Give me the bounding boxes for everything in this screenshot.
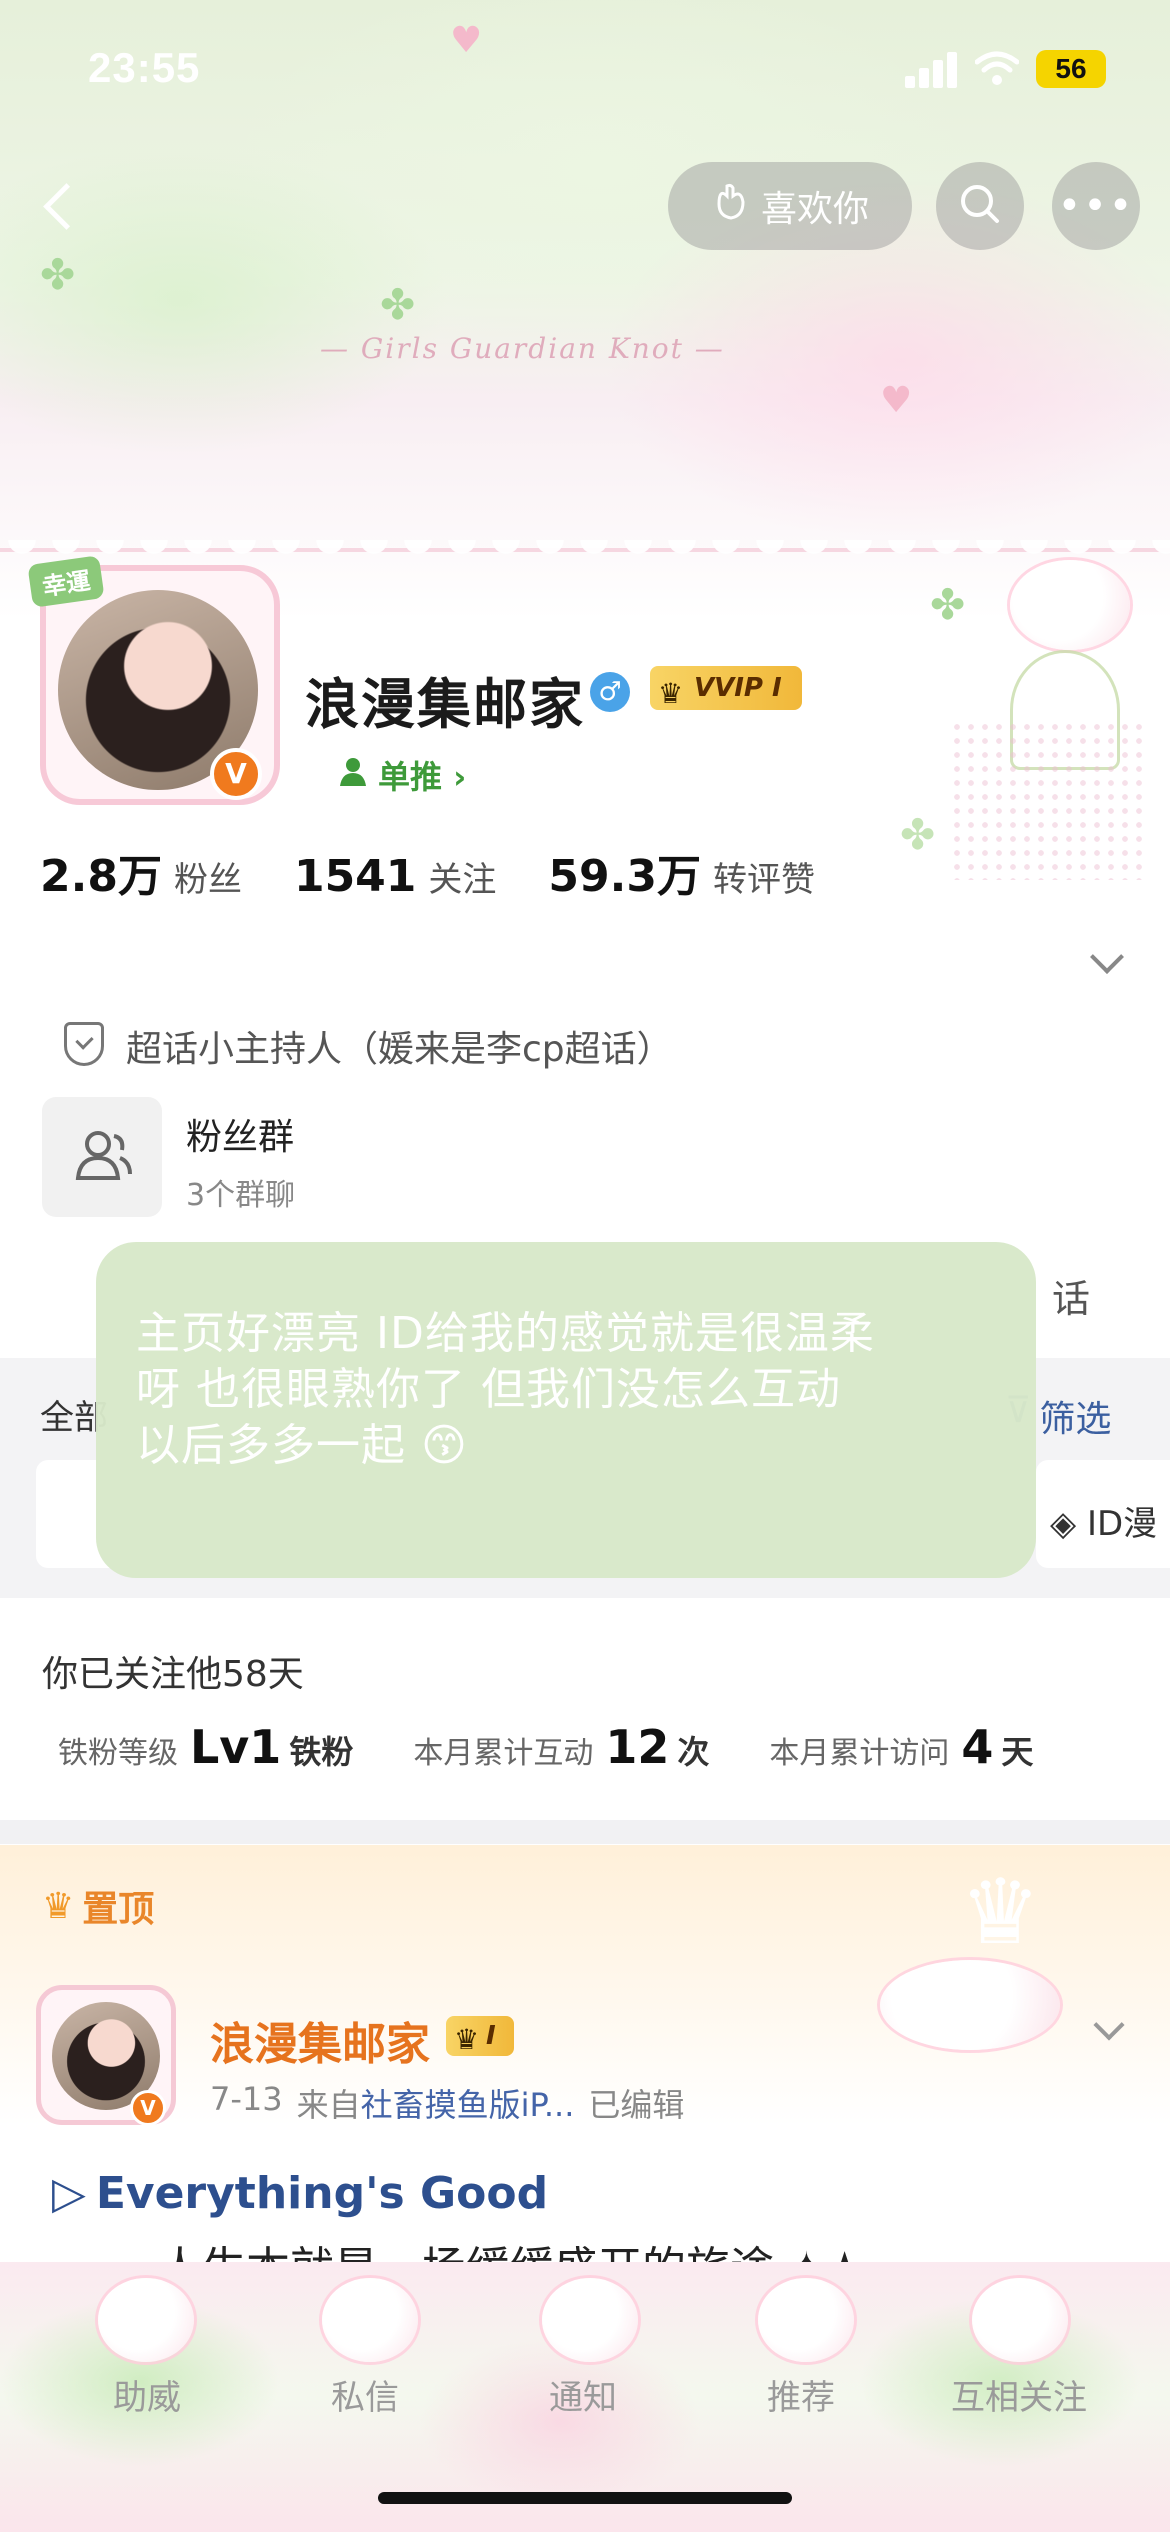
comment-overlay: 主页好漂亮 ID给我的感觉就是很温柔 呀 也很眼熟你了 但我们没怎么互动 以后多… bbox=[96, 1242, 1036, 1578]
bunny-mascot-icon bbox=[542, 2278, 638, 2362]
signal-icon bbox=[905, 52, 961, 88]
vip-level-label: I bbox=[486, 2021, 496, 2051]
person-icon bbox=[338, 756, 368, 794]
bunny-mascot-icon bbox=[972, 2278, 1068, 2362]
tab-notify[interactable]: 通知 bbox=[466, 2370, 700, 2419]
tab-recommend[interactable]: 推荐 bbox=[684, 2370, 918, 2419]
monthly-visit-value: 4 bbox=[961, 1720, 994, 1774]
section-divider bbox=[0, 1820, 1170, 1844]
clover-decoration: ✤ bbox=[930, 580, 966, 629]
search-button[interactable] bbox=[936, 162, 1024, 250]
like-you-button[interactable]: 喜欢你 bbox=[668, 162, 912, 250]
stat-number: 1541 bbox=[293, 851, 417, 902]
stat-label: 转评赞 bbox=[712, 860, 815, 900]
mascot-decoration bbox=[880, 1960, 1060, 2050]
fan-group-count: 3个群聊 bbox=[186, 1178, 296, 1213]
fan-stats-row: 铁粉等级 Lv1 铁粉 本月累计互动 12 次 本月累计访问 4 天 bbox=[58, 1720, 1033, 1774]
stat-following[interactable]: 1541 关注 bbox=[294, 851, 496, 902]
monthly-interaction-label: 本月累计互动 bbox=[413, 1736, 594, 1771]
single-push-label: 单推 › bbox=[378, 758, 467, 796]
comment-line: 呀 也很眼熟你了 但我们没怎么互动 bbox=[136, 1364, 841, 1415]
post-from: 来自社畜摸鱼版iP... bbox=[297, 2080, 575, 2126]
bunny-mascot-icon bbox=[322, 2278, 418, 2362]
stat-reposts-likes[interactable]: 59.3万 转评赞 bbox=[548, 840, 815, 904]
fan-group-title[interactable]: 粉丝群 bbox=[186, 1108, 294, 1160]
group-icon bbox=[74, 1128, 134, 1195]
clover-decoration: ✤ bbox=[40, 250, 76, 299]
vvip-label: VVIP I bbox=[694, 673, 782, 703]
super-topic-host[interactable]: 超话小主持人（媛来是李cp超话） bbox=[126, 1020, 673, 1072]
monthly-interaction-value: 12 bbox=[605, 1720, 670, 1774]
follow-duration: 你已关注他58天 bbox=[42, 1654, 304, 1695]
banner-decoration-text: — Girls Guardian Knot — bbox=[320, 332, 725, 365]
crown-icon: ♛ bbox=[42, 1885, 75, 1927]
vip-badge[interactable]: ♛ I bbox=[446, 2016, 514, 2056]
from-label: 来自 bbox=[296, 2086, 361, 2124]
battery-indicator: 56 bbox=[1036, 50, 1106, 88]
home-indicator[interactable] bbox=[378, 2492, 792, 2504]
profile-name: 浪漫集邮家 bbox=[305, 673, 585, 736]
crown-watermark-decoration: ♛ bbox=[960, 1860, 1041, 1965]
clover-mascot-icon bbox=[758, 2278, 854, 2362]
dot-pattern bbox=[950, 720, 1150, 880]
like-you-label: 喜欢你 bbox=[760, 189, 869, 230]
single-push-tag[interactable]: 单推 › bbox=[310, 745, 495, 805]
post-author-name[interactable]: 浪漫集邮家 bbox=[210, 2008, 430, 2072]
tab-cheer[interactable]: 助威 bbox=[30, 2370, 264, 2419]
post-source-link[interactable]: 社畜摸鱼版iP... bbox=[361, 2086, 575, 2124]
monthly-interaction-unit: 次 bbox=[677, 1733, 710, 1771]
wifi-icon bbox=[974, 50, 1020, 95]
filter-label: 筛选 bbox=[1039, 1399, 1112, 1440]
post-title-text: Everything's Good bbox=[95, 2168, 549, 2219]
shield-icon bbox=[64, 1022, 104, 1066]
chip-label-text: ID漫 bbox=[1086, 1504, 1158, 1544]
category-chip-label: ◈ ID漫 bbox=[1050, 1496, 1157, 1545]
pinned-text: 置顶 bbox=[82, 1889, 155, 1930]
more-button[interactable]: ••• bbox=[1052, 162, 1140, 250]
tab-message[interactable]: 私信 bbox=[248, 2370, 482, 2419]
post-meta: 7-13 来自社畜摸鱼版iP... 已编辑 bbox=[210, 2080, 684, 2126]
fan-level-label: 铁粉等级 bbox=[58, 1736, 178, 1771]
pinned-label: ♛ 置顶 bbox=[42, 1880, 154, 1932]
clover-decoration: ✤ bbox=[900, 810, 936, 859]
status-time: 23:55 bbox=[88, 44, 201, 91]
stat-followers[interactable]: 2.8万 粉丝 bbox=[40, 840, 242, 904]
clover-mascot-icon bbox=[98, 2278, 194, 2362]
stat-number: 59.3万 bbox=[548, 851, 701, 902]
crown-icon: ♛ bbox=[454, 2023, 480, 2056]
vvip-badge[interactable]: ♛ VVIP I bbox=[650, 666, 802, 710]
partial-text: 话 bbox=[1052, 1277, 1091, 1321]
heart-decoration: ♥ bbox=[880, 380, 913, 421]
hand-heart-icon bbox=[711, 182, 751, 231]
verified-badge: V bbox=[130, 2090, 166, 2126]
monthly-visit-label: 本月累计访问 bbox=[769, 1736, 950, 1771]
search-icon bbox=[957, 181, 1003, 231]
heart-decoration: ♥ bbox=[450, 20, 483, 61]
male-icon: ♂ bbox=[590, 672, 630, 712]
comment-line: 以后多多一起 😙 bbox=[136, 1420, 468, 1471]
crown-icon: ♛ bbox=[658, 677, 684, 710]
fan-level-value: Lv1 bbox=[190, 1720, 282, 1774]
layers-icon: ◈ bbox=[1050, 1504, 1077, 1544]
comment-line: 主页好漂亮 ID给我的感觉就是很温柔 bbox=[136, 1308, 875, 1359]
edited-label: 已编辑 bbox=[588, 2086, 685, 2124]
profile-stats: 2.8万 粉丝 1541 关注 59.3万 转评赞 bbox=[40, 840, 867, 904]
monthly-visit-unit: 天 bbox=[1001, 1733, 1034, 1771]
play-outline-icon: ▷ bbox=[52, 2168, 86, 2219]
stat-label: 粉丝 bbox=[173, 860, 242, 900]
clover-decoration: ✤ bbox=[380, 280, 416, 329]
post-title: ▷ Everything's Good bbox=[52, 2168, 548, 2219]
stat-number: 2.8万 bbox=[40, 851, 162, 902]
verified-badge: V bbox=[210, 748, 262, 800]
stat-label: 关注 bbox=[428, 860, 497, 900]
more-dots-icon: ••• bbox=[1057, 183, 1135, 229]
post-date: 7-13 bbox=[210, 2080, 283, 2118]
back-button[interactable] bbox=[30, 170, 90, 240]
fan-level-unit: 铁粉 bbox=[289, 1733, 354, 1771]
tab-mutual-follow[interactable]: 互相关注 bbox=[902, 2370, 1136, 2419]
